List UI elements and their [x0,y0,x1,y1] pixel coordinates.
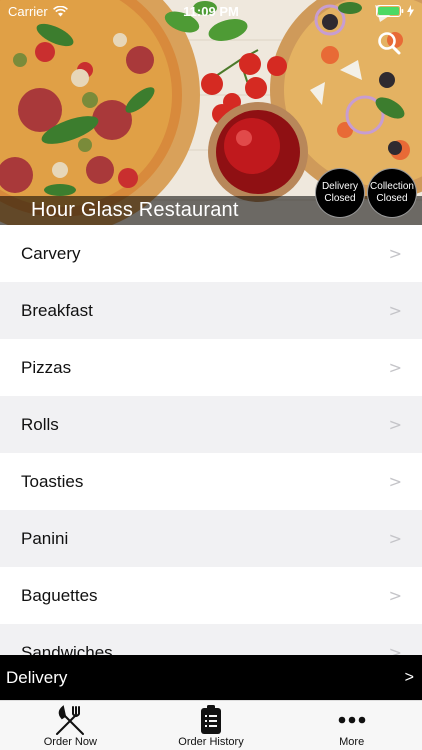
tab-order-history[interactable]: Order History [141,701,282,750]
collection-badge-line2: Closed [376,193,408,204]
chevron-right-icon: > [388,586,402,605]
battery-icon [376,5,404,17]
menu-item-label: Panini [21,528,69,548]
collection-status-badge: Collection Closed [367,168,417,218]
status-bar: Carrier 11:09 PM [0,0,422,22]
menu-item-breakfast[interactable]: Breakfast > [0,282,422,339]
menu-category-list: Carvery > Breakfast > Pizzas > Rolls > T… [0,225,422,655]
search-icon [378,32,401,55]
menu-item-carvery[interactable]: Carvery > [0,225,422,282]
menu-item-rolls[interactable]: Rolls > [0,396,422,453]
more-dots-icon [338,716,365,724]
menu-item-label: Pizzas [21,357,72,377]
collection-badge-line1: Collection [370,181,414,192]
menu-item-sandwiches[interactable]: Sandwiches > [0,624,422,655]
delivery-badge-line2: Closed [324,193,356,204]
menu-item-label: Toasties [21,471,84,491]
menu-item-pizzas[interactable]: Pizzas > [0,339,422,396]
tab-more[interactable]: More [281,701,422,750]
delivery-arrow-icon: > [404,668,414,686]
chevron-right-icon: > [388,415,402,434]
delivery-mode-label: Delivery [6,667,68,687]
chevron-right-icon: > [388,472,402,491]
tab-bar: Order Now Order History More [0,700,422,750]
menu-item-toasties[interactable]: Toasties > [0,453,422,510]
menu-item-label: Sandwiches [21,642,113,656]
tab-order-history-label: Order History [178,736,244,748]
carrier-label: Carrier [8,3,48,19]
delivery-status-badge: Delivery Closed [315,168,365,218]
menu-item-label: Carvery [21,243,81,263]
chevron-right-icon: > [388,301,402,320]
search-button[interactable] [376,30,402,56]
wifi-icon [52,5,68,16]
menu-item-baguettes[interactable]: Baguettes > [0,567,422,624]
clipboard-icon [201,705,221,734]
fork-knife-icon [56,705,85,735]
chevron-right-icon: > [388,529,402,548]
charging-icon [407,5,414,17]
delivery-mode-bar[interactable]: Delivery > [0,655,422,700]
restaurant-title: Hour Glass Restaurant [31,199,239,221]
menu-item-label: Rolls [21,414,59,434]
menu-item-label: Breakfast [21,300,93,320]
chevron-right-icon: > [388,358,402,377]
tab-order-now[interactable]: Order Now [0,701,141,750]
chevron-right-icon: > [388,244,402,263]
delivery-badge-line1: Delivery [321,181,359,192]
menu-item-panini[interactable]: Panini > [0,510,422,567]
chevron-right-icon: > [388,643,402,655]
menu-item-label: Baguettes [21,585,98,605]
tab-more-label: More [339,736,365,748]
tab-order-now-label: Order Now [43,736,97,748]
